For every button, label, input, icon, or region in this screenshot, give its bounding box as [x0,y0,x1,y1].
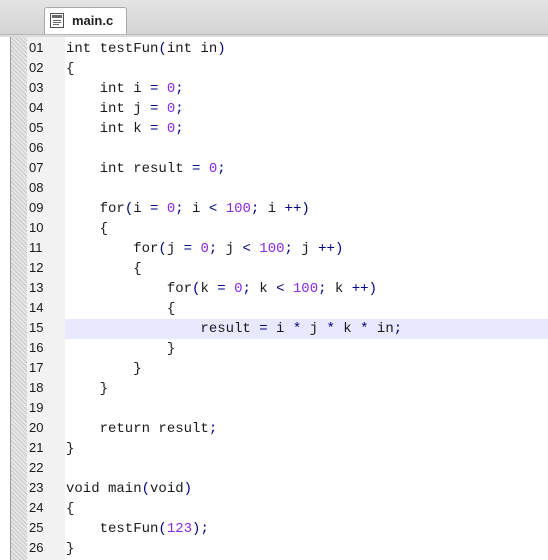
line-number: 02 [29,60,44,75]
code-line[interactable]: 25 testFun(123); [11,519,548,539]
line-number: 24 [29,500,44,515]
line-number: 14 [29,300,44,315]
line-number: 20 [29,420,44,435]
code-text[interactable]: result = i * j * k * in; [65,319,548,339]
line-number: 22 [29,460,44,475]
code-text[interactable]: void main(void) [65,479,548,499]
line-number: 01 [29,40,44,55]
code-text[interactable]: { [65,219,548,239]
code-text[interactable]: { [65,299,548,319]
c-file-icon [50,13,64,28]
line-number: 10 [29,220,44,235]
code-line[interactable]: 09 for(i = 0; i < 100; i ++) [11,199,548,219]
code-text[interactable]: int result = 0; [65,159,548,179]
line-number: 19 [29,400,44,415]
code-text[interactable]: for(k = 0; k < 100; k ++) [65,279,548,299]
code-text[interactable] [65,399,548,419]
line-number: 06 [29,140,44,155]
code-text[interactable]: } [65,359,548,379]
code-text[interactable]: for(j = 0; j < 100; j ++) [65,239,548,259]
code-line[interactable]: 12 { [11,259,548,279]
code-text[interactable]: int testFun(int in) [65,39,548,59]
line-number: 05 [29,120,44,135]
line-number: 21 [29,440,44,455]
line-number: 12 [29,260,44,275]
code-line[interactable]: 23 void main(void) [11,479,548,499]
code-line[interactable]: 14 { [11,299,548,319]
line-number: 08 [29,180,44,195]
code-text[interactable]: } [65,379,548,399]
line-number: 13 [29,280,44,295]
code-text[interactable]: { [65,259,548,279]
line-number: 15 [29,320,44,335]
code-text[interactable]: int k = 0; [65,119,548,139]
code-text[interactable]: int j = 0; [65,99,548,119]
line-number: 18 [29,380,44,395]
code-editor[interactable]: 01 int testFun(int in) 02 {03 int i = 0; 04 … [10,37,548,560]
code-text[interactable]: } [65,539,548,559]
code-line[interactable]: 20 return result; [11,419,548,439]
code-line[interactable]: 10 { [11,219,548,239]
code-line[interactable]: 03 int i = 0; [11,79,548,99]
code-line[interactable]: 17 } [11,359,548,379]
line-number: 23 [29,480,44,495]
code-text[interactable]: { [65,59,548,79]
line-number: 26 [29,540,44,555]
code-line[interactable]: 02 { [11,59,548,79]
line-number: 07 [29,160,44,175]
code-text[interactable]: return result; [65,419,548,439]
code-text[interactable]: { [65,499,548,519]
line-number: 17 [29,360,44,375]
line-number: 09 [29,200,44,215]
code-line[interactable]: 11 for(j = 0; j < 100; j ++) [11,239,548,259]
code-line[interactable]: 04 int j = 0; [11,99,548,119]
code-line[interactable]: 19 [11,399,548,419]
code-line[interactable]: 01 int testFun(int in) [11,39,548,59]
line-number: 03 [29,80,44,95]
code-text[interactable]: int i = 0; [65,79,548,99]
code-line[interactable]: 08 [11,179,548,199]
code-text[interactable]: for(i = 0; i < 100; i ++) [65,199,548,219]
code-line[interactable]: 06 [11,139,548,159]
line-number: 25 [29,520,44,535]
line-number: 11 [29,240,43,255]
code-text[interactable]: testFun(123); [65,519,548,539]
code-line[interactable]: 07 int result = 0; [11,159,548,179]
code-text[interactable] [65,459,548,479]
tab-main-c[interactable]: main.c [44,7,127,34]
code-text[interactable] [65,139,548,159]
code-text[interactable]: } [65,339,548,359]
code-line[interactable]: 22 [11,459,548,479]
window-chrome: main.c [0,0,548,37]
code-line[interactable]: 24 { [11,499,548,519]
tab-strip: main.c [0,0,548,35]
code-text[interactable]: } [65,439,548,459]
code-line[interactable]: 16 } [11,339,548,359]
line-number: 16 [29,340,44,355]
line-number: 04 [29,100,44,115]
code-line[interactable]: 13 for(k = 0; k < 100; k ++) [11,279,548,299]
code-line[interactable]: 26} [11,539,548,559]
code-line[interactable]: 15 result = i * j * k * in; [11,319,548,339]
code-line[interactable]: 18 } [11,379,548,399]
code-text[interactable] [65,179,548,199]
code-line[interactable]: 21} [11,439,548,459]
tab-label: main.c [72,13,114,28]
code-line[interactable]: 05 int k = 0; [11,119,548,139]
